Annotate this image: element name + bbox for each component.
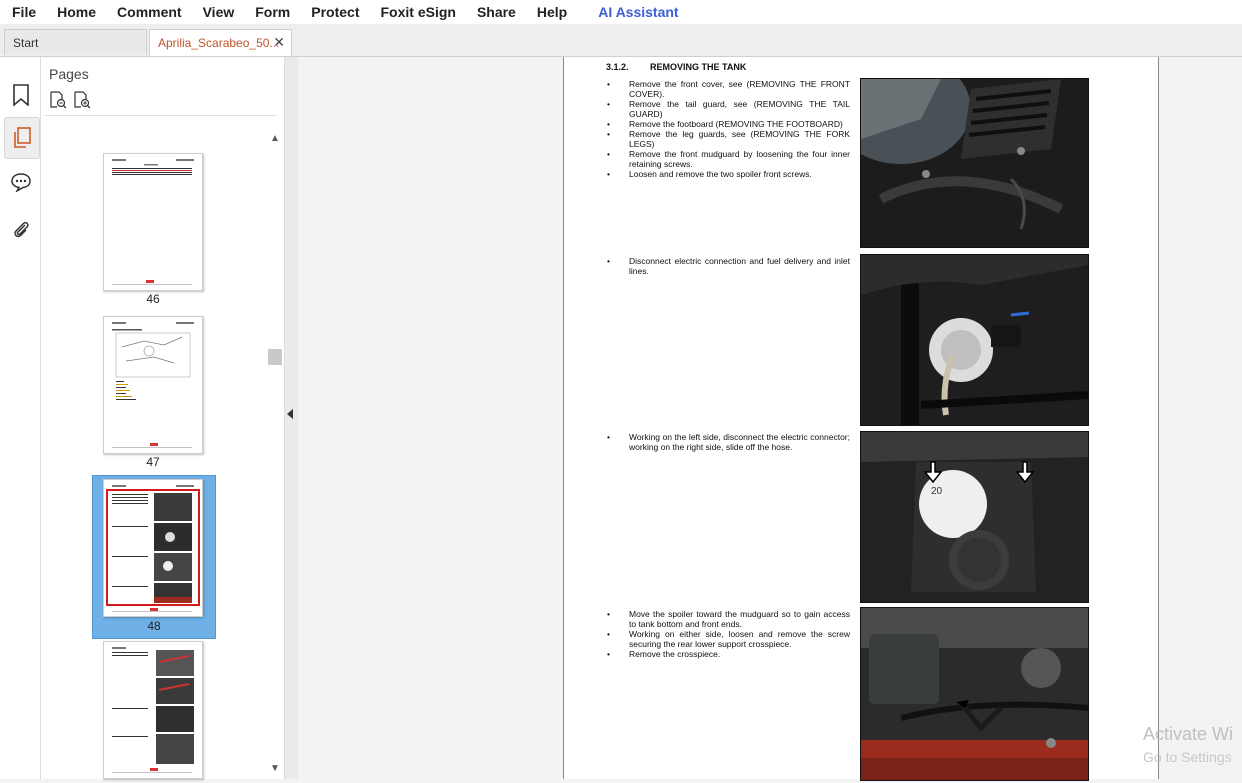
bullet-item: Remove the crosspiece. [604,649,850,659]
pages-icon[interactable] [4,117,40,159]
instruction-block: Remove the front cover, see (REMOVING TH… [604,79,850,179]
bullet-item: Working on either side, loosen and remov… [604,629,850,649]
instruction-block: Move the spoiler toward the mudguard so … [604,609,850,659]
instruction-block: Working on the left side, disconnect the… [604,432,850,452]
activation-watermark-subtext: Go to Settings [1143,749,1232,765]
scrollbar-thumb[interactable] [268,349,282,365]
bullet-item: Remove the tail guard, see (REMOVING THE… [604,99,850,119]
menu-form[interactable]: Form [255,4,290,20]
bullet-item: Remove the footboard (REMOVING THE FOOTB… [604,119,850,129]
tab-document[interactable]: Aprilia_Scarabeo_50... ✕ [149,29,292,56]
scroll-up-arrow-icon[interactable]: ▲ [270,133,280,144]
tab-bar: Start Aprilia_Scarabeo_50... ✕ [0,24,1242,57]
comments-icon[interactable] [4,162,38,202]
bullet-item: Remove the leg guards, see (REMOVING THE… [604,129,850,149]
bookmark-icon[interactable] [4,75,38,115]
panel-divider [45,115,277,116]
thumbnail-page-number: 46 [146,292,160,306]
pages-panel-title: Pages [49,66,89,82]
thumbnail-image-49 [103,641,203,779]
bullet-item: Working on the left side, disconnect the… [604,432,850,452]
document-page: 3.1.2. REMOVING THE TANK Remove the front… [563,57,1159,781]
attachment-icon[interactable] [4,210,38,250]
bullet-item: Remove the front cover, see (REMOVING TH… [604,79,850,99]
bullet-item: Remove the front mudguard by loosening t… [604,149,850,169]
scroll-down-arrow-icon[interactable]: ▼ [270,763,280,774]
menu-help[interactable]: Help [537,4,567,20]
close-icon[interactable]: ✕ [273,34,285,51]
menu-comment[interactable]: Comment [117,4,182,20]
photo-front-cover [860,78,1089,248]
tab-start-label: Start [13,35,39,50]
thumbnail-image-47 [103,316,203,454]
photo-electric-connection [860,254,1089,426]
menu-home[interactable]: Home [57,4,96,20]
menu-protect[interactable]: Protect [311,4,359,20]
menu-view[interactable]: View [203,4,235,20]
bullet-item: Move the spoiler toward the mudguard so … [604,609,850,629]
bullet-item: Disconnect electric connection and fuel … [604,256,850,276]
document-viewer: 3.1.2. REMOVING THE TANK Remove the front… [298,57,1242,781]
menu-file[interactable]: File [12,4,36,20]
section-heading: 3.1.2. REMOVING THE TANK [606,62,746,72]
photo-embedded-label: 20 [931,486,943,497]
activation-watermark: Activate Wi [1143,724,1234,744]
thumbnail-page-number: 47 [146,455,160,469]
collapse-panel-arrow-icon[interactable] [287,409,293,419]
menu-foxit-esign[interactable]: Foxit eSign [380,4,455,20]
section-number: 3.1.2. [606,62,629,72]
panel-splitter[interactable] [284,57,298,779]
menu-bar: File Home Comment View Form Protect Foxi… [0,0,1242,24]
navigation-rail [0,57,41,779]
menu-ai-assistant[interactable]: AI Assistant [598,4,678,20]
section-title: REMOVING THE TANK [650,62,747,72]
photo-tank-connector: 20 [860,431,1089,603]
tab-document-label: Aprilia_Scarabeo_50... [158,36,280,50]
instruction-block: Disconnect electric connection and fuel … [604,256,850,276]
zoom-in-thumbnail-icon[interactable] [73,91,91,109]
tab-start[interactable]: Start [4,29,147,55]
pages-panel: Pages ▲ ▼ 46 47 48 [41,57,284,779]
photo-crosspiece [860,607,1089,781]
bullet-item: Loosen and remove the two spoiler front … [604,169,850,179]
thumbnail-image-48 [103,479,203,617]
thumbnail-page-number: 48 [147,619,161,633]
page-thumbnail-selected[interactable]: 48 [92,475,216,639]
menu-share[interactable]: Share [477,4,516,20]
zoom-out-thumbnail-icon[interactable] [49,91,67,109]
thumbnail-image-46 [103,153,203,291]
